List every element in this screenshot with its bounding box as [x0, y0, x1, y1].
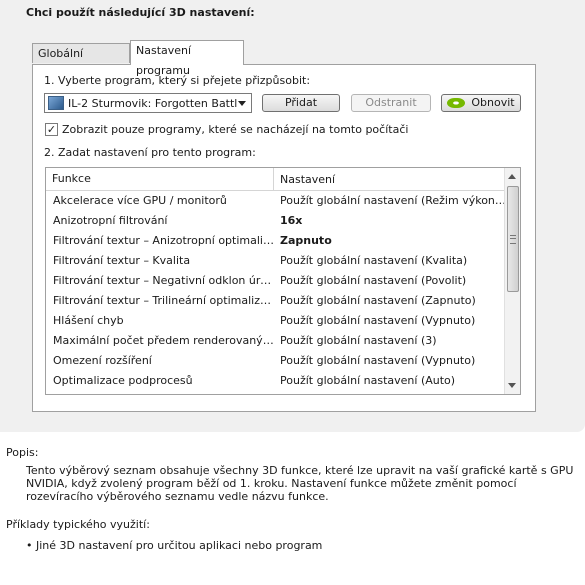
feature-cell: Omezení rozšíření	[53, 354, 152, 367]
description-text: Tento výběrový seznam obsahuje všechny 3…	[26, 464, 574, 503]
nvidia-logo-icon	[447, 98, 466, 108]
grip-icon	[510, 235, 516, 244]
feature-cell: Filtrování textur – Negativní odklon úro…	[53, 274, 274, 287]
table-row[interactable]: Hlášení chyb Použít globální nastavení (…	[46, 311, 506, 331]
table-row[interactable]: Filtrování textur – Kvalita Použít globá…	[46, 251, 506, 271]
table-row[interactable]: Omezení rozšíření Použít globální nastav…	[46, 351, 506, 371]
setting-cell[interactable]: Použít globální nastavení (Zapnuto)	[274, 291, 506, 311]
feature-cell: Anizotropní filtrování	[53, 214, 168, 227]
grid-header: Funkce Nastavení	[46, 168, 506, 191]
feature-cell: Filtrování textur – Trilineární optimali…	[53, 294, 274, 307]
examples-label: Příklady typického využití:	[6, 518, 150, 531]
program-select[interactable]: IL-2 Sturmovik: Forgotten Battles	[44, 93, 252, 113]
scroll-down-icon[interactable]	[508, 383, 516, 388]
setting-cell[interactable]: 16x	[274, 211, 506, 231]
scroll-up-icon[interactable]	[508, 174, 516, 179]
setting-cell[interactable]: Použít globální nastavení (3)	[274, 331, 506, 351]
table-row[interactable]: Filtrování textur – Negativní odklon úro…	[46, 271, 506, 291]
table-row[interactable]: Filtrování textur – Anizotropní optimali…	[46, 231, 506, 251]
scrollbar-thumb[interactable]	[507, 186, 519, 292]
settings-grid: Funkce Nastavení Akcelerace více GPU / m…	[45, 167, 521, 395]
table-row[interactable]: Optimalizace podprocesů Použít globální …	[46, 371, 506, 391]
update-button-label: Obnovit	[471, 96, 515, 109]
feature-cell: Filtrování textur – Kvalita	[53, 254, 191, 267]
setting-cell[interactable]: Použít globální nastavení (Povolit)	[274, 271, 506, 291]
show-local-programs-label: Zobrazit pouze programy, které se nacház…	[62, 123, 409, 136]
feature-cell: Maximální počet předem renderovaných s..…	[53, 334, 274, 347]
grid-scrollbar[interactable]	[504, 168, 520, 394]
table-row[interactable]: Akcelerace více GPU / monitorů Použít gl…	[46, 191, 506, 211]
tab-global-settings[interactable]: Globální nastavení	[32, 43, 130, 80]
game-icon	[48, 96, 64, 110]
remove-button[interactable]: Odstranit	[351, 94, 431, 112]
example-item: • Jiné 3D nastavení pro určitou aplikaci…	[26, 539, 323, 552]
feature-cell: Optimalizace podprocesů	[53, 374, 193, 387]
feature-cell: Akcelerace více GPU / monitorů	[53, 194, 227, 207]
setting-cell[interactable]: Použít globální nastavení (Auto)	[274, 371, 506, 391]
column-header-setting[interactable]: Nastavení	[274, 173, 335, 186]
setting-cell[interactable]: Použít globální nastavení (Kvalita)	[274, 251, 506, 271]
table-row[interactable]: Filtrování textur – Trilineární optimali…	[46, 291, 506, 311]
setting-cell[interactable]: Použít globální nastavení (Režim výkonu …	[274, 191, 506, 211]
page-heading: Chci použít následující 3D nastavení:	[26, 6, 255, 19]
program-select-value: IL-2 Sturmovik: Forgotten Battles	[68, 96, 238, 110]
update-button[interactable]: Obnovit	[441, 94, 521, 112]
setting-cell[interactable]: Použít globální nastavení (Vypnuto)	[274, 351, 506, 371]
column-header-feature[interactable]: Funkce	[46, 168, 274, 190]
table-row[interactable]: Anizotropní filtrování 16x	[46, 211, 506, 231]
setting-cell[interactable]: Použít globální nastavení (Vypnuto)	[274, 311, 506, 331]
show-local-programs-checkbox[interactable]: ✓	[45, 123, 58, 136]
feature-cell: Hlášení chyb	[53, 314, 124, 327]
setting-cell[interactable]: Zapnuto	[274, 231, 506, 251]
tab-program-settings[interactable]: Nastavení programu	[130, 40, 244, 77]
chevron-down-icon	[238, 100, 246, 106]
table-row[interactable]: Maximální počet předem renderovaných s..…	[46, 331, 506, 351]
step2-label: 2. Zadat nastavení pro tento program:	[44, 146, 256, 159]
add-button[interactable]: Přidat	[262, 94, 340, 112]
feature-cell: Filtrování textur – Anizotropní optimali…	[53, 234, 274, 247]
description-label: Popis:	[6, 446, 39, 459]
